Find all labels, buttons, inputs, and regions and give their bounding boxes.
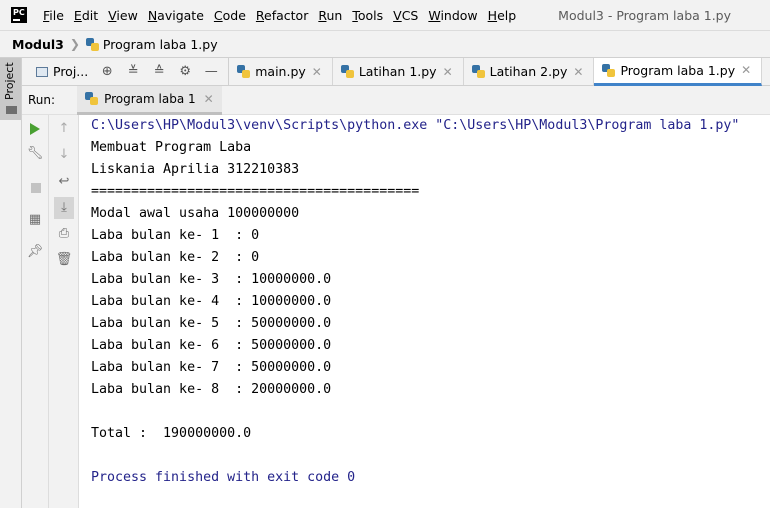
console-line: Laba bulan ke- 1 : 0 xyxy=(91,228,260,243)
run-toolbar-primary: 🔧︎ ▦ 📌︎ xyxy=(22,115,49,508)
breadcrumb-file[interactable]: Program laba 1.py xyxy=(103,37,218,52)
project-view-icon xyxy=(36,66,48,77)
menu-navigate[interactable]: Navigate xyxy=(148,8,204,23)
menu-help[interactable]: Help xyxy=(488,8,517,23)
arrow-up-icon[interactable]: ↑ xyxy=(55,120,73,138)
collapse-all-icon[interactable]: ≙ xyxy=(152,64,166,79)
run-tab-program-laba-1[interactable]: Program laba 1 ✕ xyxy=(77,85,222,115)
tab-program-laba-1-py[interactable]: Program laba 1.py ✕ xyxy=(594,57,763,86)
tab-label: Program laba 1.py xyxy=(620,62,736,78)
console-line: Laba bulan ke- 7 : 50000000.0 xyxy=(91,360,332,375)
console-line: Modal awal usaha 100000000 xyxy=(91,206,300,221)
run-toolbar-secondary: ↑ ↓ ↩ ⤓ ⎙ 🗑︎ xyxy=(49,115,79,508)
project-tool-window-tab[interactable]: Project xyxy=(0,58,21,120)
tab-latihan-2-py[interactable]: Latihan 2.py ✕ xyxy=(464,58,595,85)
trash-icon[interactable]: 🗑︎ xyxy=(55,251,73,269)
menu-view[interactable]: View xyxy=(108,8,138,23)
menu-bar: PC File Edit View Navigate Code Refactor… xyxy=(0,0,770,30)
console-line: Laba bulan ke- 6 : 50000000.0 xyxy=(91,338,332,353)
python-file-icon xyxy=(340,65,354,78)
menu-file[interactable]: File xyxy=(43,8,64,23)
console-line: Laba bulan ke- 4 : 10000000.0 xyxy=(91,294,332,309)
menu-run[interactable]: Run xyxy=(318,8,342,23)
console-line: Laba bulan ke- 2 : 0 xyxy=(91,250,260,265)
editor-tabs-bar: Proj... ⊕ ≚ ≙ ⚙ — main.py ✕ Latihan 1.py… xyxy=(22,57,770,86)
console-line: Liskania Aprilia 312210383 xyxy=(91,162,300,177)
expand-all-icon[interactable]: ≚ xyxy=(126,64,140,79)
project-view-label[interactable]: Proj... xyxy=(53,64,88,79)
gear-icon[interactable]: ⚙ xyxy=(178,64,192,79)
run-tab-label: Program laba 1 xyxy=(104,91,196,106)
project-tab-label: Project xyxy=(3,62,16,100)
python-file-icon xyxy=(602,63,616,77)
menu-vcs[interactable]: VCS xyxy=(393,8,418,23)
menu-window[interactable]: Window xyxy=(428,8,477,23)
scroll-to-end-icon[interactable]: ⤓ xyxy=(55,199,73,217)
tab-label: Latihan 2.py xyxy=(489,64,568,79)
close-icon[interactable]: ✕ xyxy=(741,63,751,77)
wrench-icon[interactable]: 🔧︎ xyxy=(26,145,44,163)
console-line: Laba bulan ke- 8 : 20000000.0 xyxy=(91,382,332,397)
rerun-icon[interactable] xyxy=(30,123,40,135)
menu-tools[interactable]: Tools xyxy=(352,8,383,23)
python-file-icon xyxy=(85,37,99,51)
chevron-right-icon: ❯ xyxy=(69,37,80,51)
python-file-icon xyxy=(471,65,485,78)
python-file-icon xyxy=(237,65,251,78)
menu-edit[interactable]: Edit xyxy=(74,8,98,23)
tab-main-py[interactable]: main.py ✕ xyxy=(229,58,333,85)
console-line: ========================================… xyxy=(91,184,420,199)
menu-code[interactable]: Code xyxy=(214,8,246,23)
console-line: Laba bulan ke- 5 : 50000000.0 xyxy=(91,316,332,331)
tab-label: Latihan 1.py xyxy=(358,64,437,79)
close-icon[interactable]: ✕ xyxy=(312,65,322,79)
run-tool-window-header: Run: Program laba 1 ✕ xyxy=(22,85,770,115)
crosshair-icon[interactable]: ⊕ xyxy=(100,64,114,79)
soft-wrap-icon[interactable]: ↩ xyxy=(55,173,73,191)
close-icon[interactable]: ✕ xyxy=(573,65,583,79)
folder-icon xyxy=(6,106,17,114)
run-label: Run: xyxy=(28,93,56,107)
window-title: Modul3 - Program laba 1.py xyxy=(558,7,732,23)
menu-refactor[interactable]: Refactor xyxy=(256,8,308,23)
layout-icon[interactable]: ▦ xyxy=(26,211,44,229)
close-icon[interactable]: ✕ xyxy=(443,65,453,79)
console-line-command: C:\Users\HP\Modul3\venv\Scripts\python.e… xyxy=(91,118,740,133)
pin-icon[interactable]: 📌︎ xyxy=(26,243,44,261)
tab-label: main.py xyxy=(255,64,306,79)
print-icon[interactable]: ⎙ xyxy=(55,225,73,243)
python-file-icon xyxy=(85,92,99,105)
left-tool-stripe: Project xyxy=(0,58,22,508)
console-line-total: Total : 190000000.0 xyxy=(91,426,252,441)
console-output[interactable]: C:\Users\HP\Modul3\venv\Scripts\python.e… xyxy=(79,115,770,508)
close-icon[interactable]: ✕ xyxy=(204,92,214,106)
minimize-icon[interactable]: — xyxy=(204,64,218,79)
console-line: Membuat Program Laba xyxy=(91,140,252,155)
arrow-down-icon[interactable]: ↓ xyxy=(55,146,73,164)
tab-latihan-1-py[interactable]: Latihan 1.py ✕ xyxy=(333,58,464,85)
console-line-exit-status: Process finished with exit code 0 xyxy=(91,470,356,485)
stop-icon[interactable] xyxy=(31,183,41,193)
console-line: Laba bulan ke- 3 : 10000000.0 xyxy=(91,272,332,287)
breadcrumb: Modul3 ❯ Program laba 1.py xyxy=(0,30,770,58)
breadcrumb-project[interactable]: Modul3 xyxy=(12,37,64,52)
pycharm-logo-icon: PC xyxy=(11,7,27,23)
